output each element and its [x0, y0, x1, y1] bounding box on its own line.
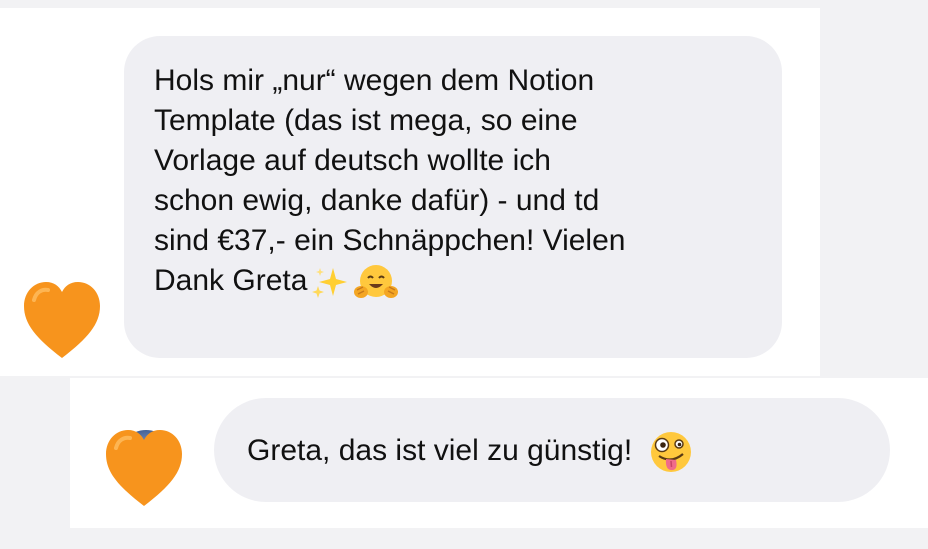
orange-heart-icon [24, 282, 100, 358]
message-text: Hols mir „nur“ wegen dem Notion Template… [154, 64, 626, 297]
message-text: Greta, das ist viel zu günstig! [247, 433, 633, 467]
avatar[interactable] [20, 278, 104, 362]
sparkles-icon [311, 266, 349, 299]
message-bubble[interactable]: Greta, das ist viel zu günstig! [214, 398, 890, 502]
message-bubble[interactable]: Hols mir „nur“ wegen dem Notion Template… [124, 36, 782, 358]
avatar[interactable] [102, 426, 186, 510]
zany-face-icon [648, 429, 694, 475]
hugging-face-icon [353, 263, 399, 301]
orange-heart-icon [106, 430, 182, 506]
